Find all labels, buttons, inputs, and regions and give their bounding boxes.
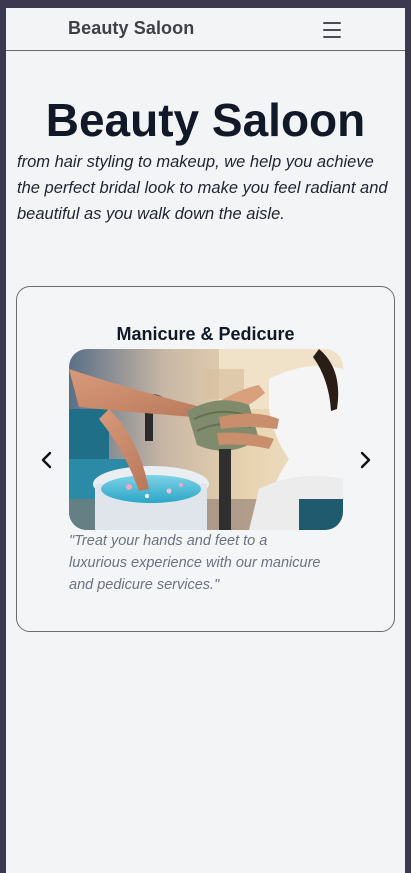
page: Beauty Saloon Beauty Saloon from hair st… xyxy=(6,8,405,873)
page-title: Beauty Saloon xyxy=(45,94,366,146)
brand-logo-text[interactable]: Beauty Saloon xyxy=(68,18,194,39)
menu-line xyxy=(323,29,341,31)
menu-line xyxy=(323,22,341,24)
hamburger-menu-icon[interactable] xyxy=(320,20,346,40)
carousel-slide-title: Manicure & Pedicure xyxy=(116,324,295,344)
service-carousel-card: Manicure & Pedicure "Treat your hands an… xyxy=(16,286,395,632)
manicure-pedicure-image xyxy=(69,349,343,530)
navbar: Beauty Saloon xyxy=(6,8,405,51)
chevron-left-icon[interactable] xyxy=(37,450,57,470)
menu-line xyxy=(323,36,341,38)
carousel-slide-caption: "Treat your hands and feet to a luxuriou… xyxy=(69,533,321,593)
chevron-right-icon[interactable] xyxy=(355,450,375,470)
hero-subtitle: from hair styling to makeup, we help you… xyxy=(17,153,388,223)
